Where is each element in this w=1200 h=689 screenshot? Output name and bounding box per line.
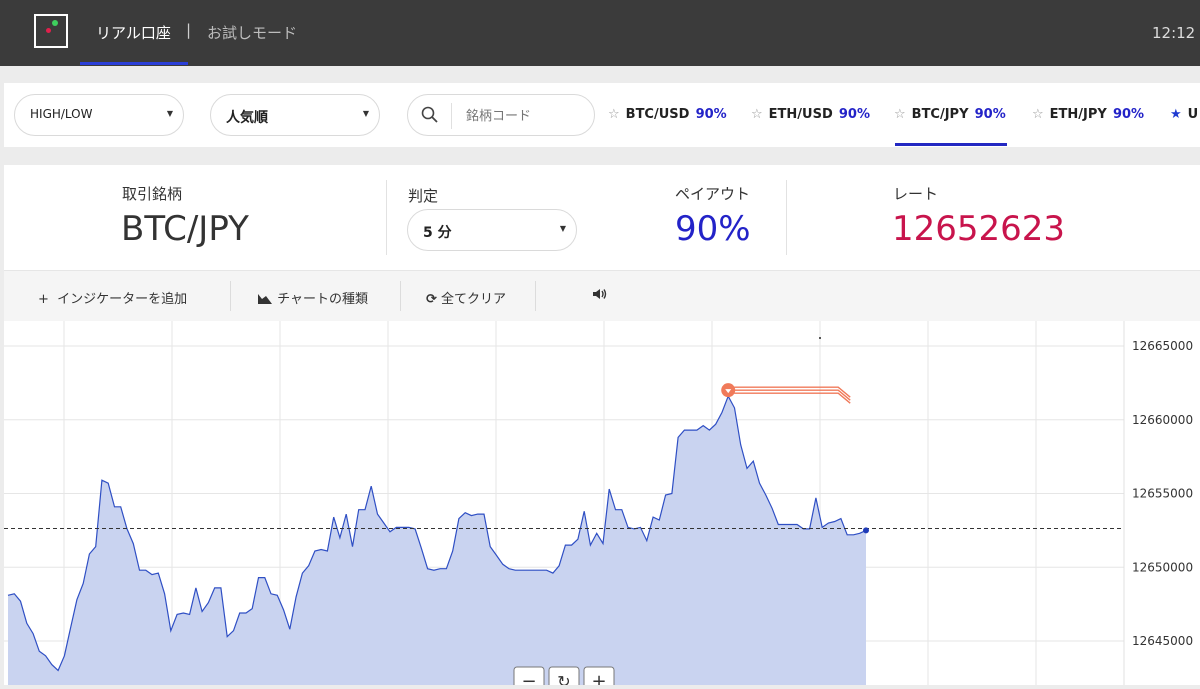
pair-tab-btc-usd[interactable]: ☆ BTC/USD 90%	[608, 107, 727, 122]
pair-tab-partial[interactable]: ★ U	[1170, 107, 1198, 122]
pair-name: ETH/USD	[768, 107, 833, 122]
trade-info-panel: 取引銘柄 BTC/JPY 判定 5 分 ▼ ペイアウト 90% レート 1265…	[4, 165, 1200, 270]
chart-type-label: チャートの種類	[277, 292, 369, 307]
y-tick-label: 12645000	[1132, 634, 1193, 648]
chart-svg[interactable]: 12645000 12650000 12655000 12660000 12665000…	[4, 321, 1200, 689]
divider	[535, 281, 536, 311]
pair-tab-eth-jpy[interactable]: ☆ ETH/JPY 90%	[1032, 107, 1144, 122]
sort-value: 人気順	[226, 110, 268, 126]
y-tick-label: 12650000	[1132, 560, 1193, 574]
account-real-tab[interactable]: リアル口座	[96, 22, 171, 43]
option-type-value: HIGH/LOW	[30, 107, 93, 121]
add-indicator-button[interactable]: + インジケーターを追加	[38, 288, 187, 307]
chart-area-icon	[258, 294, 272, 304]
chevron-down-icon: ▼	[362, 109, 369, 118]
star-outline-icon[interactable]: ☆	[1032, 107, 1044, 122]
pair-name: ETH/JPY	[1049, 107, 1107, 122]
payout-label: ペイアウト	[675, 185, 751, 203]
filter-bar: HIGH/LOW ▼ 人気順 ▼ ☆ BTC/USD 90% ☆ ETH/USD 9…	[4, 83, 1200, 147]
app-logo[interactable]	[34, 14, 68, 48]
pair-payout: 90%	[1112, 107, 1145, 122]
star-outline-icon[interactable]: ☆	[894, 107, 906, 122]
y-tick-label: 12655000	[1132, 487, 1193, 501]
symbol-label: 取引銘柄	[122, 185, 183, 203]
star-outline-icon[interactable]: ☆	[751, 107, 763, 122]
y-tick-label: 12660000	[1132, 413, 1193, 427]
rate-value: 12652623	[892, 209, 1066, 249]
zoom-controls: − ↻ +	[513, 666, 615, 689]
judgement-label: 判定	[408, 187, 439, 205]
pair-payout: 90%	[695, 107, 727, 122]
refresh-icon: ⟳	[426, 292, 437, 307]
chevron-down-icon: ▼	[166, 109, 173, 118]
price-chart[interactable]: 12645000 12650000 12655000 12660000 12665000…	[4, 321, 1200, 689]
rate-label: レート	[893, 185, 939, 203]
chart-dot	[819, 337, 821, 339]
account-active-underline	[80, 62, 188, 65]
sort-select[interactable]: 人気順 ▼	[210, 94, 380, 136]
pair-name: BTC/JPY	[911, 107, 969, 122]
search-icon	[421, 106, 438, 123]
star-filled-icon[interactable]: ★	[1170, 107, 1182, 122]
speaker-icon	[593, 289, 607, 299]
sound-button[interactable]	[592, 287, 608, 305]
pair-payout: 90%	[974, 107, 1006, 122]
chart-toolbar: + インジケーターを追加 チャートの種類 ⟳ 全てクリア	[4, 270, 1200, 321]
plus-icon: +	[38, 292, 49, 307]
search-divider	[451, 103, 452, 129]
judgement-value: 5 分	[423, 225, 452, 241]
divider	[230, 281, 231, 311]
current-point	[863, 527, 869, 534]
clear-all-label: 全てクリア	[441, 292, 507, 307]
clear-all-button[interactable]: ⟳ 全てクリア	[426, 288, 506, 307]
chart-type-button[interactable]: チャートの種類	[257, 288, 368, 307]
chevron-down-icon: ▼	[559, 224, 566, 233]
search-input[interactable]	[464, 104, 588, 128]
divider	[400, 281, 401, 311]
clock: 12:12	[1152, 24, 1196, 42]
top-bar: リアル口座 | お試しモード 12:12	[0, 0, 1200, 66]
judgement-select[interactable]: 5 分 ▼	[407, 209, 577, 251]
reset-icon: ↻	[557, 672, 570, 685]
minus-icon: −	[521, 671, 536, 685]
pair-payout: 90%	[838, 107, 871, 122]
symbol-value: BTC/JPY	[121, 209, 249, 249]
divider	[786, 180, 787, 255]
add-indicator-label: インジケーターを追加	[57, 292, 188, 307]
account-separator: |	[186, 21, 192, 39]
search-box[interactable]	[407, 94, 595, 136]
pair-active-underline	[895, 143, 1007, 146]
pair-tab-btc-jpy[interactable]: ☆ BTC/JPY 90%	[894, 107, 1006, 122]
option-type-select[interactable]: HIGH/LOW ▼	[14, 94, 184, 136]
account-demo-tab[interactable]: お試しモード	[207, 22, 297, 43]
logo-dot-green	[52, 20, 58, 26]
y-tick-label: 12665000	[1132, 339, 1193, 353]
plus-icon: +	[591, 671, 606, 685]
pair-name: BTC/USD	[625, 107, 690, 122]
pair-name: U	[1187, 107, 1199, 122]
payout-value: 90%	[675, 209, 751, 249]
logo-dot-red	[46, 28, 51, 33]
divider	[386, 180, 387, 255]
star-outline-icon[interactable]: ☆	[608, 107, 620, 122]
pair-tab-eth-usd[interactable]: ☆ ETH/USD 90%	[751, 107, 870, 122]
